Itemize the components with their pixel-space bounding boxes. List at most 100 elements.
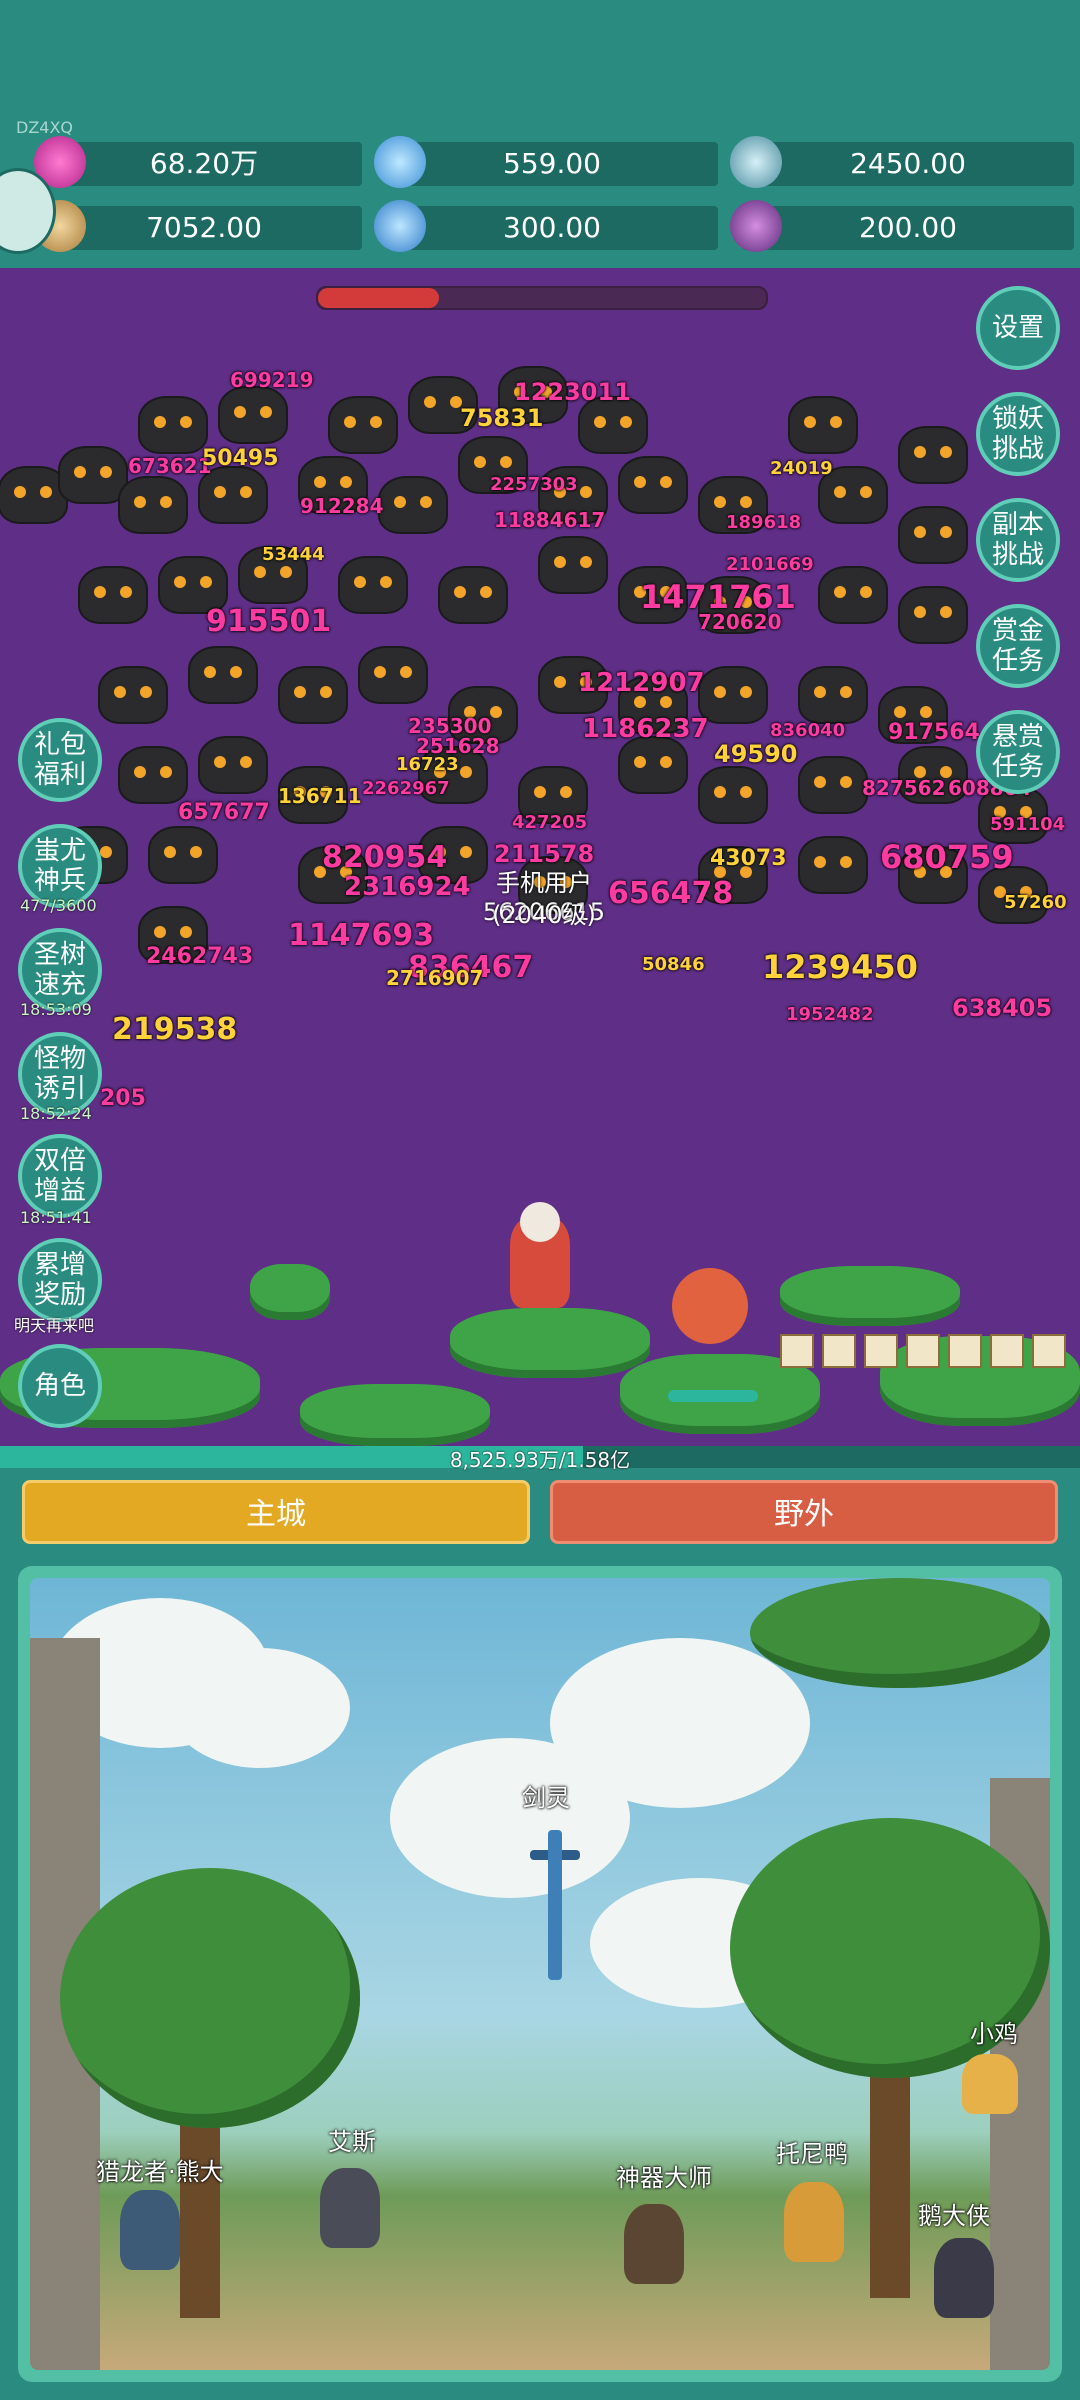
user-id: DZ4XQ xyxy=(16,118,74,137)
damage-number: 1239450 xyxy=(762,948,918,986)
damage-number: 836040 xyxy=(770,720,846,741)
damage-number: 1186237 xyxy=(582,714,709,744)
settings-button[interactable]: 设置 xyxy=(976,286,1060,370)
lock-demon-challenge-button[interactable]: 锁妖 挑战 xyxy=(976,392,1060,476)
resource-scroll[interactable]: 7052.00 xyxy=(34,200,362,252)
damage-number: 2262967 xyxy=(362,778,450,799)
sword-spirit-npc[interactable] xyxy=(548,1830,562,1980)
skull-spider-monster xyxy=(900,508,966,562)
ais-npc[interactable] xyxy=(320,2168,380,2248)
gift-welfare-button[interactable]: 礼包 福利 xyxy=(18,718,102,802)
button-label: 赏金 xyxy=(991,616,1044,646)
resource-value: 200.00 xyxy=(859,211,957,244)
resource-gems[interactable]: 68.20万 xyxy=(34,136,362,188)
skill-slot[interactable] xyxy=(822,1334,856,1368)
damage-number: 219538 xyxy=(112,1012,238,1047)
skull-spider-monster xyxy=(620,738,686,792)
npc-label-goose-hero: 鹅大侠 xyxy=(918,2202,990,2230)
resource-diamond[interactable]: 300.00 xyxy=(374,200,718,252)
skull-spider-monster xyxy=(120,748,186,802)
town-panel: 剑灵 小鸡 艾斯 猎龙者·熊大 托尼鸭 神器大师 鹅大侠 xyxy=(18,1566,1062,2382)
skill-slot[interactable] xyxy=(864,1334,898,1368)
player-level: (2040级) xyxy=(492,901,596,929)
skull-spider-monster xyxy=(140,398,206,452)
resource-value: 68.20万 xyxy=(149,147,259,180)
skull-spider-monster xyxy=(380,478,446,532)
tree xyxy=(60,1868,360,2128)
damage-number: 912284 xyxy=(300,494,384,518)
skull-spider-monster xyxy=(360,648,426,702)
skill-slot[interactable] xyxy=(1032,1334,1066,1368)
damage-number: 11884617 xyxy=(494,508,606,532)
button-label: 神兵 xyxy=(33,866,86,896)
skull-spider-monster xyxy=(800,668,866,722)
skull-spider-monster xyxy=(820,568,886,622)
boss-hp-fill xyxy=(318,288,439,308)
button-label: 诱引 xyxy=(33,1074,86,1104)
button-label: 礼包 xyxy=(33,730,86,760)
button-label: 累增 xyxy=(33,1250,86,1280)
button-label: 速充 xyxy=(33,970,86,1000)
skull-spider-monster xyxy=(340,558,406,612)
resource-value: 7052.00 xyxy=(146,211,262,244)
damage-number: 75831 xyxy=(460,404,544,432)
skill-slot[interactable] xyxy=(906,1334,940,1368)
player-head xyxy=(520,1202,560,1242)
button-label: 任务 xyxy=(991,646,1044,676)
skull-spider-monster xyxy=(800,758,866,812)
cloud xyxy=(170,1648,350,1768)
damage-number: 50846 xyxy=(642,954,705,975)
skull-spider-monster xyxy=(790,398,856,452)
dungeon-challenge-button[interactable]: 副本 挑战 xyxy=(976,498,1060,582)
npc-label-tony-duck: 托尼鸭 xyxy=(776,2140,848,2168)
damage-number: 1952482 xyxy=(786,1004,874,1025)
bush-platform xyxy=(450,1308,650,1378)
damage-number: 2101669 xyxy=(726,554,814,575)
damage-number: 917564 xyxy=(888,720,980,745)
bounty-gold-task-button[interactable]: 赏金 任务 xyxy=(976,604,1060,688)
tab-wilderness[interactable]: 野外 xyxy=(550,1480,1058,1544)
damage-number: 1223011 xyxy=(514,378,631,406)
npc-label-dragon-hunter: 猎龙者·熊大 xyxy=(96,2158,224,2186)
cloud xyxy=(390,1738,630,1898)
damage-number: 136711 xyxy=(278,784,362,808)
wanted-task-button[interactable]: 悬赏 任务 xyxy=(976,710,1060,794)
skull-spider-monster xyxy=(280,668,346,722)
artifact-master-npc[interactable] xyxy=(624,2204,684,2284)
cumulative-reward-button[interactable]: 累增 奖励 xyxy=(18,1238,102,1322)
damage-number: 657677 xyxy=(178,800,270,825)
skill-slot[interactable] xyxy=(990,1334,1024,1368)
skull-spider-monster xyxy=(440,568,506,622)
goose-hero-npc[interactable] xyxy=(934,2238,994,2318)
pet-creature xyxy=(672,1268,748,1344)
skull-spider-monster xyxy=(220,388,286,442)
button-label: 任务 xyxy=(991,752,1044,782)
dragon-hunter-npc[interactable] xyxy=(120,2190,180,2270)
character-button[interactable]: 角色 xyxy=(18,1344,102,1428)
damage-number: 24019 xyxy=(770,458,833,479)
tony-duck-npc[interactable] xyxy=(784,2182,844,2262)
resource-value: 300.00 xyxy=(503,211,601,244)
world-orb-icon xyxy=(730,136,782,188)
resource-crystal[interactable]: 559.00 xyxy=(374,136,718,188)
skill-slot[interactable] xyxy=(780,1334,814,1368)
skull-spider-monster xyxy=(200,738,266,792)
skull-spider-monster xyxy=(0,468,66,522)
experience-text: 8,525.93万/1.58亿 xyxy=(449,1448,631,1472)
button-label: 悬赏 xyxy=(991,722,1044,752)
skull-spider-monster xyxy=(80,568,146,622)
resource-world[interactable]: 2450.00 xyxy=(730,136,1074,188)
skill-slot[interactable] xyxy=(948,1334,982,1368)
skull-spider-monster xyxy=(120,478,186,532)
button-label: 蚩尤 xyxy=(33,836,86,866)
monster-lure-timer: 18:52:24 xyxy=(20,1104,92,1123)
double-buff-button[interactable]: 双倍 增益 xyxy=(18,1134,102,1218)
damage-number: 638405 xyxy=(952,994,1053,1022)
damage-number: 2462743 xyxy=(146,944,254,969)
skull-spider-monster xyxy=(540,538,606,592)
chick-npc[interactable] xyxy=(962,2054,1018,2114)
battle-field[interactable]: 699219 1223011 75831 673621 50495 2257303 2401… xyxy=(0,268,1080,1446)
tab-main-city[interactable]: 主城 xyxy=(22,1480,530,1544)
damage-number: 680759 xyxy=(880,838,1014,876)
resource-pot[interactable]: 200.00 xyxy=(730,200,1074,252)
